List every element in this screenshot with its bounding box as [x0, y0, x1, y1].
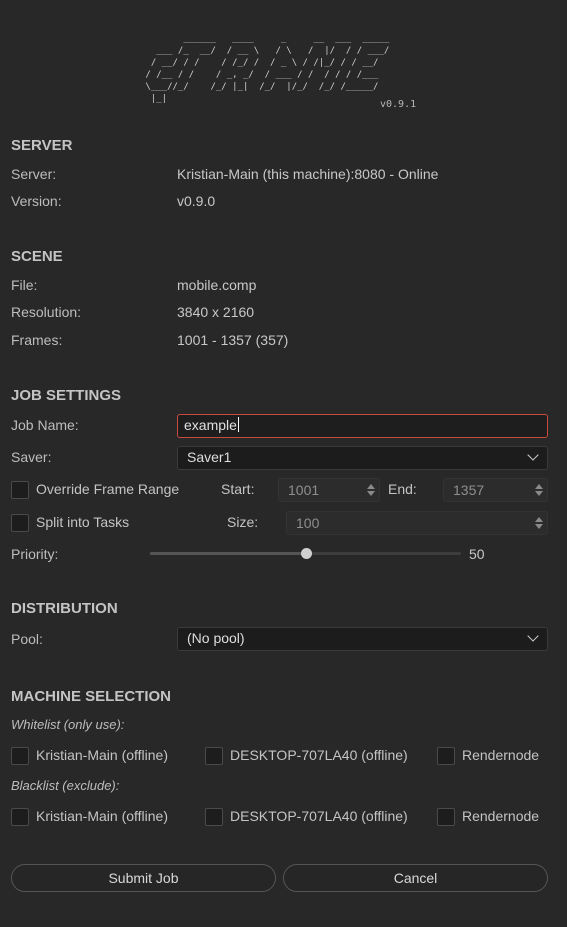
split-into-tasks-checkbox[interactable]: [11, 514, 29, 532]
chevron-down-icon: [527, 449, 539, 461]
priority-label: Priority:: [11, 546, 59, 562]
saver-label: Saver:: [11, 449, 52, 465]
split-into-tasks-label[interactable]: Split into Tasks: [36, 514, 129, 530]
spin-up-icon[interactable]: [535, 517, 543, 522]
whitelist-label: Whitelist (only use):: [11, 717, 125, 732]
pool-select[interactable]: (No pool): [177, 627, 548, 651]
spin-up-icon[interactable]: [535, 484, 543, 489]
task-size-value: 100: [296, 515, 320, 531]
app-logo: ______ ____ _ __ ___ _____ ___ /_ __/ / …: [145, 34, 390, 104]
end-frame-value: 1357: [453, 482, 485, 498]
whitelist-label-desktop[interactable]: DESKTOP-707LA40 (offline): [230, 747, 408, 763]
end-frame-spinbox[interactable]: 1357: [443, 478, 548, 502]
priority-slider[interactable]: [150, 548, 461, 559]
job-name-label: Job Name:: [11, 417, 79, 433]
end-label: End:: [388, 481, 417, 497]
submit-job-button[interactable]: Submit Job: [11, 864, 276, 892]
start-frame-value: 1001: [288, 482, 320, 498]
version-label: Version:: [11, 193, 62, 209]
resolution-label: Resolution:: [11, 304, 82, 320]
scene-section-title: SCENE: [11, 248, 63, 265]
whitelist-checkbox-rendernode[interactable]: [437, 747, 455, 765]
distribution-section-title: DISTRIBUTION: [11, 600, 118, 617]
cancel-button[interactable]: Cancel: [283, 864, 548, 892]
saver-selected-value: Saver1: [187, 449, 232, 465]
blacklist-checkbox-rendernode[interactable]: [437, 808, 455, 826]
whitelist-label-kristian-main[interactable]: Kristian-Main (offline): [36, 747, 168, 763]
spin-up-icon[interactable]: [367, 484, 375, 489]
file-label: File:: [11, 277, 38, 293]
blacklist-checkbox-kristian-main[interactable]: [11, 808, 29, 826]
whitelist-checkbox-desktop[interactable]: [205, 747, 223, 765]
size-label: Size:: [227, 514, 259, 530]
version-value: v0.9.0: [177, 193, 216, 209]
priority-slider-fill: [150, 552, 306, 555]
resolution-value: 3840 x 2160: [177, 304, 255, 320]
blacklist-checkbox-desktop[interactable]: [205, 808, 223, 826]
override-frame-range-checkbox[interactable]: [11, 481, 29, 499]
priority-value: 50: [469, 546, 485, 562]
machine-selection-section-title: MACHINE SELECTION: [11, 688, 172, 705]
chevron-down-icon: [527, 630, 539, 642]
job-name-input[interactable]: example: [177, 414, 548, 438]
start-frame-spinbox[interactable]: 1001: [278, 478, 380, 502]
spin-down-icon[interactable]: [367, 491, 375, 496]
priority-slider-handle[interactable]: [300, 548, 312, 559]
saver-select[interactable]: Saver1: [177, 446, 548, 470]
start-label: Start:: [221, 481, 255, 497]
logo-version: v0.9.1: [380, 99, 417, 110]
server-section-title: SERVER: [11, 137, 73, 154]
blacklist-label-kristian-main[interactable]: Kristian-Main (offline): [36, 808, 168, 824]
spin-down-icon[interactable]: [535, 524, 543, 529]
job-name-text: example: [184, 417, 237, 433]
blacklist-label-rendernode[interactable]: Rendernode: [462, 808, 539, 824]
frames-value: 1001 - 1357 (357): [177, 332, 289, 348]
server-label: Server:: [11, 166, 57, 182]
pool-label: Pool:: [11, 631, 43, 647]
server-value: Kristian-Main (this machine):8080 - Onli…: [177, 166, 439, 182]
spin-down-icon[interactable]: [535, 491, 543, 496]
blacklist-label-desktop[interactable]: DESKTOP-707LA40 (offline): [230, 808, 408, 824]
text-caret: [237, 417, 239, 432]
blacklist-label: Blacklist (exclude):: [11, 778, 120, 793]
override-frame-range-label[interactable]: Override Frame Range: [36, 481, 179, 497]
pool-selected-value: (No pool): [187, 630, 245, 646]
file-value: mobile.comp: [177, 277, 257, 293]
job-settings-section-title: JOB SETTINGS: [11, 387, 122, 404]
frames-label: Frames:: [11, 332, 63, 348]
whitelist-checkbox-kristian-main[interactable]: [11, 747, 29, 765]
task-size-spinbox[interactable]: 100: [286, 511, 548, 535]
whitelist-label-rendernode[interactable]: Rendernode: [462, 747, 539, 763]
